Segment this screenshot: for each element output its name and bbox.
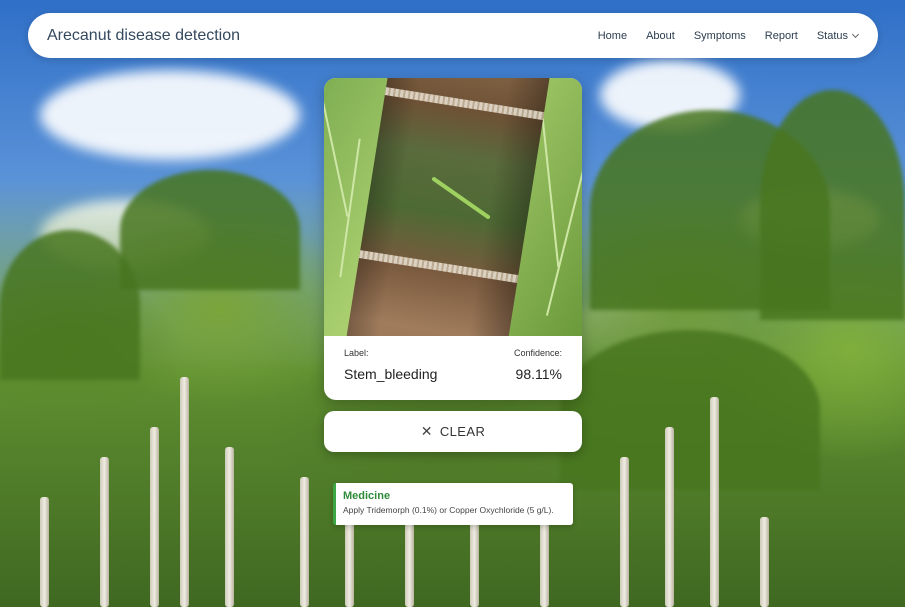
palm-trunk: [225, 447, 234, 607]
stem-ring: [359, 250, 519, 284]
palm-trunk: [150, 427, 159, 607]
nav-link-status-dropdown[interactable]: Status: [816, 29, 860, 42]
medicine-text: Apply Tridemorph (0.1%) or Copper Oxychl…: [343, 505, 554, 515]
palm-trunk: [180, 377, 189, 607]
palm-frond: [560, 330, 820, 490]
palm-frond: [760, 90, 905, 320]
nav-link-report[interactable]: Report: [765, 30, 798, 42]
caption-row: Label: Confidence:: [344, 348, 562, 358]
grass-blade: [339, 138, 361, 278]
prediction-info: Label: Confidence: Stem_bleeding 98.11%: [324, 336, 582, 382]
nav-link-about[interactable]: About: [646, 30, 675, 42]
palm-trunk: [665, 427, 674, 607]
stem-ring: [384, 87, 545, 121]
clear-button-label: CLEAR: [439, 424, 486, 439]
areca-stem: [334, 78, 554, 336]
palm-frond: [120, 170, 300, 290]
cloud: [40, 70, 300, 160]
label-caption: Label:: [344, 348, 369, 358]
palm-trunk: [710, 397, 719, 607]
nav-link-home[interactable]: Home: [598, 30, 627, 42]
confidence-caption: Confidence:: [513, 348, 562, 358]
grass-blade: [324, 99, 349, 217]
uploaded-stem-image: [324, 78, 582, 336]
palm-trunk: [100, 457, 109, 607]
medicine-alert: Medicine Apply Tridemorph (0.1%) or Copp…: [333, 483, 573, 525]
palm-trunk: [300, 477, 309, 607]
palm-trunk: [760, 517, 769, 607]
nav-link-status-label: Status: [816, 29, 848, 42]
value-row: Stem_bleeding 98.11%: [344, 358, 562, 382]
confidence-value: 98.11%: [515, 366, 562, 382]
grass-blade: [540, 108, 560, 268]
navbar: Arecanut disease detection Home About Sy…: [28, 13, 878, 58]
nav-links: Home About Symptoms Report Status: [579, 29, 860, 42]
nav-link-symptoms[interactable]: Symptoms: [694, 30, 746, 42]
palm-trunk: [40, 497, 49, 607]
brand-title[interactable]: Arecanut disease detection: [47, 27, 240, 45]
clear-button[interactable]: ✕ CLEAR: [324, 411, 582, 452]
label-value: Stem_bleeding: [344, 366, 438, 382]
palm-trunk: [470, 512, 479, 607]
palm-frond: [0, 230, 140, 380]
palm-trunk: [620, 457, 629, 607]
close-icon: ✕: [420, 423, 433, 439]
chevron-down-icon: [851, 30, 860, 38]
prediction-card: Label: Confidence: Stem_bleeding 98.11%: [324, 78, 582, 400]
medicine-title: Medicine: [343, 490, 391, 502]
